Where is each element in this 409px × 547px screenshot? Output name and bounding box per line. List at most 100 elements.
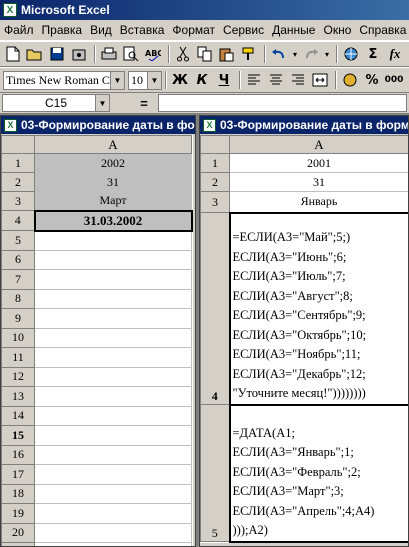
- workbook-window-right[interactable]: 03-Формирование даты в формате A 12001 2…: [199, 115, 409, 547]
- row-header[interactable]: 6: [1, 249, 35, 270]
- menu-data[interactable]: Данные: [268, 23, 319, 37]
- name-box[interactable]: C15 ▼: [2, 94, 110, 112]
- menu-window[interactable]: Окно: [319, 23, 355, 37]
- undo-icon[interactable]: [269, 44, 289, 64]
- row-header[interactable]: 3: [1, 191, 35, 211]
- italic-button[interactable]: К: [192, 70, 212, 90]
- menu-format[interactable]: Формат: [168, 23, 219, 37]
- row-header[interactable]: 11: [1, 347, 35, 368]
- row-header[interactable]: 4: [200, 212, 230, 405]
- row-header[interactable]: 9: [1, 308, 35, 329]
- menu-tools[interactable]: Сервис: [219, 23, 268, 37]
- menu-edit[interactable]: Правка: [38, 23, 87, 37]
- row-header[interactable]: 12: [1, 366, 35, 387]
- cut-icon[interactable]: [173, 44, 193, 64]
- row-header[interactable]: 1: [1, 153, 35, 173]
- menu-file[interactable]: Файл: [0, 23, 38, 37]
- select-all-corner[interactable]: [1, 135, 35, 154]
- cell[interactable]: [34, 327, 192, 348]
- row-header[interactable]: 18: [1, 483, 35, 504]
- column-header-a[interactable]: A: [229, 135, 408, 154]
- formula-input[interactable]: [158, 94, 407, 112]
- paste-icon[interactable]: [217, 44, 237, 64]
- new-document-icon[interactable]: [3, 44, 23, 64]
- column-header-a[interactable]: A: [34, 135, 192, 154]
- percent-button[interactable]: %: [362, 70, 382, 90]
- workbook-window-left[interactable]: 03-Формирование даты в формате A 12002 2…: [0, 115, 196, 547]
- select-all-corner[interactable]: [200, 135, 230, 154]
- align-left-icon[interactable]: [244, 70, 264, 90]
- cell[interactable]: [34, 249, 192, 270]
- row-header[interactable]: 5: [200, 404, 230, 542]
- cell-a3[interactable]: Январь: [229, 191, 408, 213]
- cell[interactable]: [34, 522, 192, 543]
- cell-a1[interactable]: 2001: [229, 153, 408, 173]
- row-header[interactable]: 8: [1, 288, 35, 309]
- row-header[interactable]: 3: [200, 191, 230, 213]
- row-header[interactable]: 1: [200, 153, 230, 173]
- redo-icon[interactable]: [301, 44, 321, 64]
- function-icon[interactable]: fx: [385, 44, 405, 64]
- row-header[interactable]: 10: [1, 327, 35, 348]
- align-center-icon[interactable]: [266, 70, 286, 90]
- cell[interactable]: [34, 405, 192, 426]
- chevron-down-icon[interactable]: ▼: [110, 71, 124, 89]
- formula-equals-label[interactable]: =: [130, 96, 158, 111]
- cell[interactable]: [34, 425, 192, 446]
- font-size-select[interactable]: 10 ▼: [128, 70, 162, 90]
- row-header[interactable]: 16: [1, 444, 35, 465]
- menu-help[interactable]: Справка: [355, 23, 409, 37]
- row-header[interactable]: 4: [1, 210, 35, 231]
- cell[interactable]: [34, 464, 192, 485]
- autosum-icon[interactable]: Σ: [363, 44, 383, 64]
- save-icon[interactable]: [47, 44, 67, 64]
- spelling-icon[interactable]: ABC: [143, 44, 163, 64]
- merge-center-icon[interactable]: [310, 70, 330, 90]
- cell[interactable]: [34, 288, 192, 309]
- row-header[interactable]: 21: [1, 542, 35, 546]
- row-header[interactable]: 7: [1, 269, 35, 290]
- redo-dropdown-icon[interactable]: ▾: [323, 44, 331, 64]
- cell-a4-formula[interactable]: =ЕСЛИ(A3="Май";5;) ЕСЛИ(A3="Июнь";6; ЕСЛ…: [228, 211, 408, 406]
- print-preview-icon[interactable]: [121, 44, 141, 64]
- cell[interactable]: [34, 366, 192, 387]
- thousands-separator-button[interactable]: 000: [384, 70, 404, 90]
- print-icon[interactable]: [99, 44, 119, 64]
- cell[interactable]: [34, 542, 192, 546]
- row-header[interactable]: 14: [1, 405, 35, 426]
- cell-a2[interactable]: 31: [34, 172, 192, 192]
- row-header[interactable]: 19: [1, 503, 35, 524]
- currency-icon[interactable]: [340, 70, 360, 90]
- row-header-active[interactable]: 15: [1, 425, 35, 446]
- cell[interactable]: [34, 269, 192, 290]
- underline-button[interactable]: Ч: [214, 70, 234, 90]
- cell-a4[interactable]: 31.03.2002: [33, 209, 193, 232]
- bold-button[interactable]: Ж: [170, 70, 190, 90]
- row-header[interactable]: 5: [1, 230, 35, 251]
- align-right-icon[interactable]: [288, 70, 308, 90]
- cell-a5-formula[interactable]: =ДАТА(A1; ЕСЛИ(A3="Январь";1; ЕСЛИ(A3="Ф…: [228, 403, 408, 543]
- chevron-down-icon[interactable]: ▼: [147, 71, 161, 89]
- row-header[interactable]: 13: [1, 386, 35, 407]
- cell[interactable]: [34, 483, 192, 504]
- cell[interactable]: [34, 386, 192, 407]
- undo-dropdown-icon[interactable]: ▾: [291, 44, 299, 64]
- hyperlink-icon[interactable]: [341, 44, 361, 64]
- cell[interactable]: [34, 347, 192, 368]
- format-painter-icon[interactable]: [239, 44, 259, 64]
- cell-a1[interactable]: 2002: [34, 153, 192, 173]
- row-header[interactable]: 17: [1, 464, 35, 485]
- cell[interactable]: [34, 503, 192, 524]
- cell[interactable]: [34, 444, 192, 465]
- open-folder-icon[interactable]: [25, 44, 45, 64]
- font-name-select[interactable]: Times New Roman Cyr ▼: [3, 70, 125, 90]
- permission-icon[interactable]: [69, 44, 89, 64]
- menu-insert[interactable]: Вставка: [116, 23, 169, 37]
- cell-a2[interactable]: 31: [229, 172, 408, 192]
- chevron-down-icon[interactable]: ▼: [95, 95, 109, 111]
- cell-a3[interactable]: Март: [34, 191, 192, 211]
- row-header[interactable]: 2: [1, 172, 35, 192]
- cell[interactable]: [34, 308, 192, 329]
- menu-view[interactable]: Вид: [86, 23, 116, 37]
- row-header[interactable]: 2: [200, 172, 230, 192]
